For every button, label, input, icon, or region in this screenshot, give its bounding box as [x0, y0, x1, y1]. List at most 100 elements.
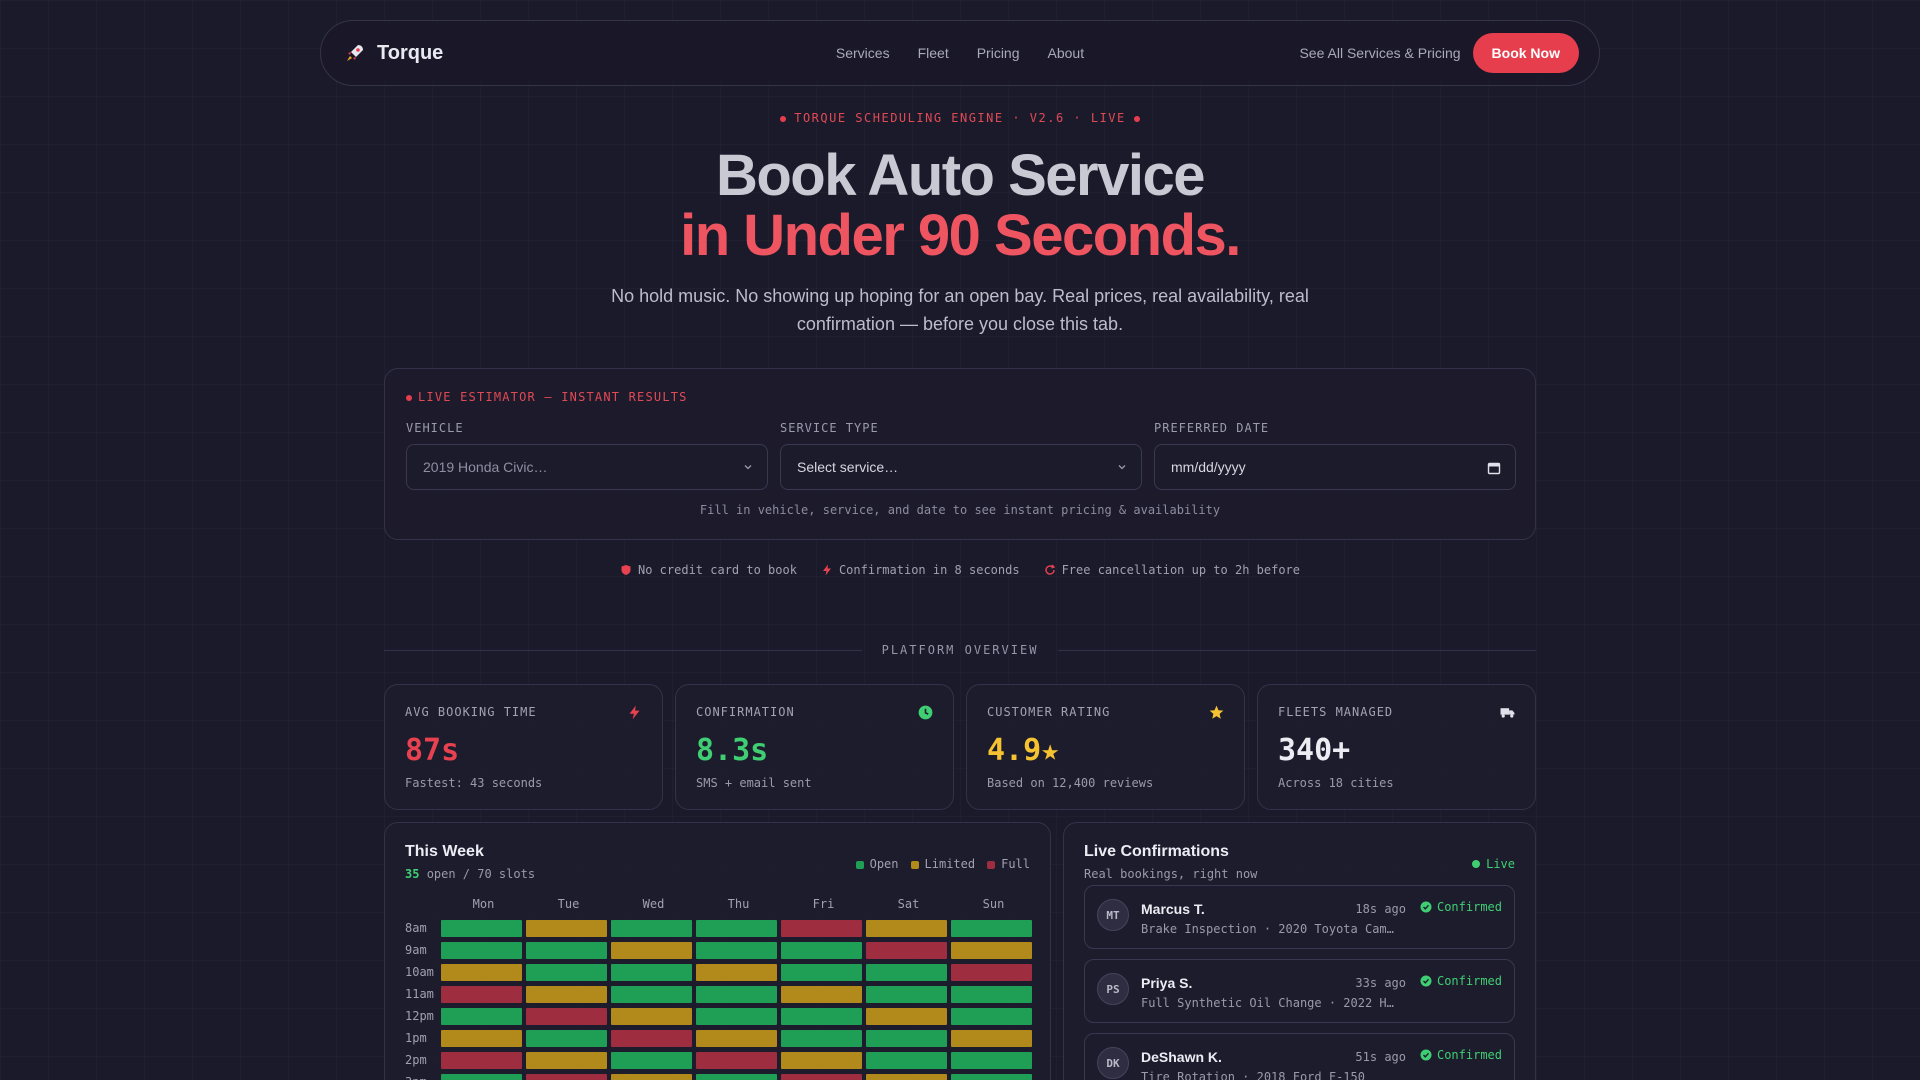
- slot-cell[interactable]: [526, 1029, 607, 1047]
- slot-cell[interactable]: [781, 1029, 862, 1047]
- stat-value: 8.3s: [696, 733, 769, 768]
- customer-name: DeShawn K.: [1141, 1049, 1222, 1065]
- slot-cell[interactable]: [696, 1029, 777, 1047]
- vehicle-select[interactable]: 2019 Honda Civic…: [406, 444, 768, 490]
- slot-cell[interactable]: [866, 919, 947, 937]
- day-header: Sun: [982, 897, 1005, 911]
- slot-cell[interactable]: [441, 1007, 522, 1025]
- section-title: PLATFORM OVERVIEW: [881, 643, 1039, 657]
- slot-cell[interactable]: [526, 1073, 607, 1080]
- calendar-icon[interactable]: [1487, 461, 1501, 475]
- slot-cell[interactable]: [611, 1051, 692, 1069]
- legend-label: Limited: [924, 857, 976, 871]
- date-input[interactable]: mm/dd/yyyy: [1154, 444, 1516, 490]
- stat-value: 87s: [405, 733, 460, 768]
- slot-cell[interactable]: [611, 919, 692, 937]
- slot-cell[interactable]: [781, 963, 862, 981]
- slot-cell[interactable]: [866, 963, 947, 981]
- slot-cell[interactable]: [526, 985, 607, 1003]
- slot-cell[interactable]: [951, 919, 1032, 937]
- day-headers: Mon Tue Wed Thu Fri Sat Sun: [441, 897, 1036, 917]
- book-now-button[interactable]: Book Now: [1472, 33, 1579, 73]
- slot-cell[interactable]: [696, 963, 777, 981]
- nav-link-about[interactable]: About: [1048, 45, 1085, 61]
- slot-cell[interactable]: [781, 1051, 862, 1069]
- service-select[interactable]: Select service…: [780, 444, 1142, 490]
- slot-cell[interactable]: [866, 941, 947, 959]
- slot-cell[interactable]: [866, 1073, 947, 1080]
- slot-cell[interactable]: [951, 1051, 1032, 1069]
- slot-cell[interactable]: [611, 1073, 692, 1080]
- slot-cell[interactable]: [866, 1051, 947, 1069]
- slot-cell[interactable]: [526, 963, 607, 981]
- avatar: PS: [1097, 973, 1129, 1005]
- slot-cell[interactable]: [781, 941, 862, 959]
- slot-cell[interactable]: [866, 985, 947, 1003]
- time-label: 2pm: [405, 1053, 427, 1067]
- time-row: 9am: [405, 939, 1036, 961]
- time-label: 11am: [405, 987, 434, 1001]
- slot-cell[interactable]: [951, 1073, 1032, 1080]
- slot-cell[interactable]: [611, 1007, 692, 1025]
- confirmation-card[interactable]: MT Marcus T. Brake Inspection · 2020 Toy…: [1084, 885, 1515, 949]
- nav-link-fleet[interactable]: Fleet: [918, 45, 949, 61]
- avatar: DK: [1097, 1047, 1129, 1079]
- legend-limited: Limited: [910, 857, 976, 871]
- trust-text: Free cancellation up to 2h before: [1061, 563, 1300, 577]
- slot-cell[interactable]: [441, 941, 522, 959]
- time-row: 2pm: [405, 1049, 1036, 1071]
- see-all-services-link[interactable]: See All Services & Pricing: [1299, 45, 1460, 61]
- day-header: Thu: [727, 897, 750, 911]
- bolt-icon: [629, 705, 640, 720]
- stat-sub: SMS + email sent: [696, 776, 812, 790]
- slot-cell[interactable]: [526, 1007, 607, 1025]
- slot-cell[interactable]: [611, 941, 692, 959]
- nav-actions: See All Services & Pricing Book Now: [1299, 33, 1579, 73]
- nav-link-services[interactable]: Services: [836, 45, 890, 61]
- confirmation-card[interactable]: DK DeShawn K. Tire Rotation · 2018 Ford …: [1084, 1033, 1515, 1080]
- slot-cell[interactable]: [611, 963, 692, 981]
- legend-full: Full: [987, 857, 1030, 871]
- slot-cell[interactable]: [441, 985, 522, 1003]
- slot-cell[interactable]: [441, 1029, 522, 1047]
- brand[interactable]: Torque: [345, 42, 443, 65]
- slot-cell[interactable]: [696, 941, 777, 959]
- slot-cell[interactable]: [781, 919, 862, 937]
- slot-cell[interactable]: [696, 919, 777, 937]
- estimator-label-text: LIVE ESTIMATOR — INSTANT RESULTS: [418, 390, 688, 404]
- slot-cell[interactable]: [441, 1051, 522, 1069]
- nav-link-pricing[interactable]: Pricing: [977, 45, 1020, 61]
- slot-cell[interactable]: [951, 941, 1032, 959]
- slot-cell[interactable]: [526, 941, 607, 959]
- slot-cell[interactable]: [696, 985, 777, 1003]
- slot-cell[interactable]: [441, 919, 522, 937]
- slot-cell[interactable]: [866, 1029, 947, 1047]
- slot-cell[interactable]: [696, 1051, 777, 1069]
- slot-cell[interactable]: [951, 985, 1032, 1003]
- time-label: 3pm: [405, 1075, 441, 1080]
- slot-cell[interactable]: [441, 1073, 522, 1080]
- slot-cell[interactable]: [781, 1007, 862, 1025]
- legend-swatch: [987, 860, 996, 869]
- stat-label: FLEETS MANAGED: [1278, 705, 1394, 719]
- slot-cell[interactable]: [441, 963, 522, 981]
- slot-cell[interactable]: [526, 919, 607, 937]
- slot-cell[interactable]: [696, 1073, 777, 1080]
- booking-time: 18s ago: [1355, 902, 1406, 916]
- time-label: 8am: [405, 921, 427, 935]
- slot-cell[interactable]: [951, 1029, 1032, 1047]
- day-header: Tue: [557, 897, 580, 911]
- availability-grid: Mon Tue Wed Thu Fri Sat Sun 8am 9am 10am 11am 12pm…: [405, 897, 1036, 1080]
- this-week-panel: This Week 35 open / 70 slots Open Limite…: [384, 822, 1051, 1080]
- slot-cell[interactable]: [951, 1007, 1032, 1025]
- slot-cell[interactable]: [526, 1051, 607, 1069]
- slot-cell[interactable]: [781, 985, 862, 1003]
- shield-icon: [621, 565, 631, 575]
- slot-cell[interactable]: [781, 1073, 862, 1080]
- slot-cell[interactable]: [866, 1007, 947, 1025]
- slot-cell[interactable]: [951, 963, 1032, 981]
- confirmation-card[interactable]: PS Priya S. Full Synthetic Oil Change · …: [1084, 959, 1515, 1023]
- slot-cell[interactable]: [611, 1029, 692, 1047]
- slot-cell[interactable]: [696, 1007, 777, 1025]
- slot-cell[interactable]: [611, 985, 692, 1003]
